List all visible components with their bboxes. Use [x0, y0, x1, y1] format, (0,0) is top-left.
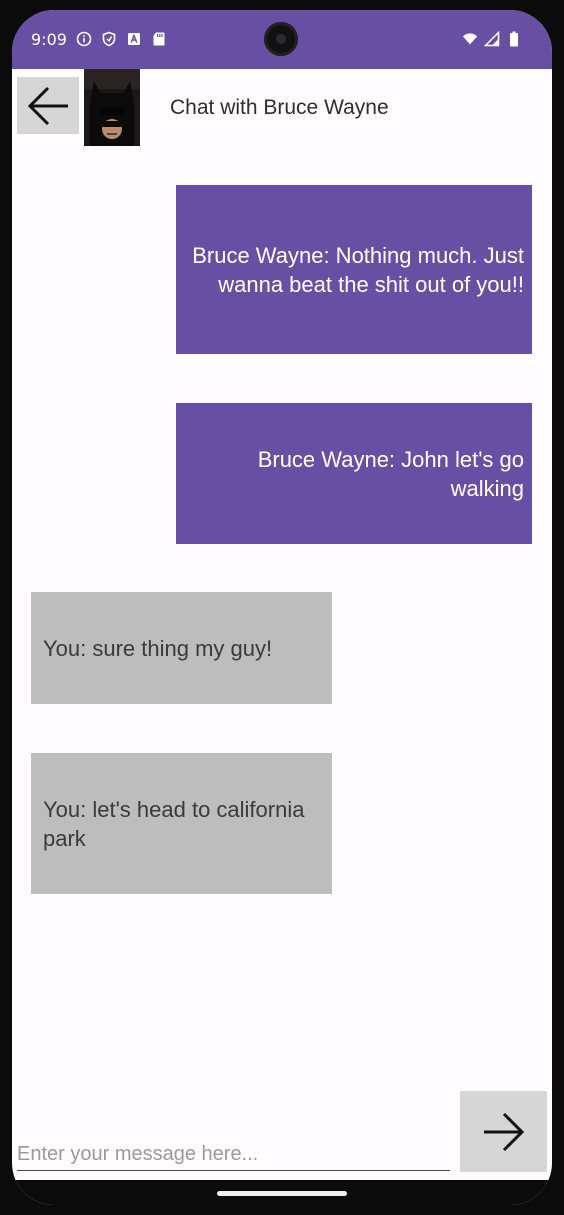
avatar[interactable]: [84, 69, 140, 146]
wifi-icon: [462, 31, 478, 47]
chat-header: Chat with Bruce Wayne: [12, 69, 552, 149]
font-a-icon: [126, 31, 142, 47]
send-button[interactable]: [460, 1091, 547, 1172]
arrow-right-icon: [480, 1110, 528, 1154]
info-icon: [76, 31, 92, 47]
status-bar: 9:09: [12, 10, 552, 69]
front-camera: [264, 22, 298, 56]
signal-icon: [484, 31, 500, 47]
back-button[interactable]: [17, 77, 79, 134]
sd-card-icon: [151, 31, 167, 47]
message-text: You: sure thing my guy!: [43, 635, 273, 661]
message-sent: You: let's head to california park: [31, 753, 332, 894]
status-time: 9:09: [31, 30, 67, 49]
battery-icon: [506, 31, 522, 47]
navigation-bar: [12, 1180, 552, 1205]
message-text: Bruce Wayne: Nothing much. Just wanna be…: [192, 242, 524, 297]
home-handle[interactable]: [217, 1191, 347, 1196]
message-input[interactable]: [17, 1138, 450, 1171]
status-icons-left: [76, 31, 167, 47]
status-icons-right: [462, 31, 522, 47]
arrow-left-icon: [24, 84, 72, 128]
message-received: Bruce Wayne: Nothing much. Just wanna be…: [176, 185, 532, 354]
shield-icon: [101, 31, 117, 47]
screen: 9:09 Chat with Bruce Wayne Bruce Wayne: …: [12, 10, 552, 1205]
message-text: You: let's head to california park: [43, 796, 305, 851]
message-received: Bruce Wayne: John let's go walking: [176, 403, 532, 544]
chat-title: Chat with Bruce Wayne: [170, 96, 389, 119]
message-sent: You: sure thing my guy!: [31, 592, 332, 704]
device-frame: 9:09 Chat with Bruce Wayne Bruce Wayne: …: [0, 0, 564, 1215]
message-text: Bruce Wayne: John let's go walking: [257, 446, 524, 501]
